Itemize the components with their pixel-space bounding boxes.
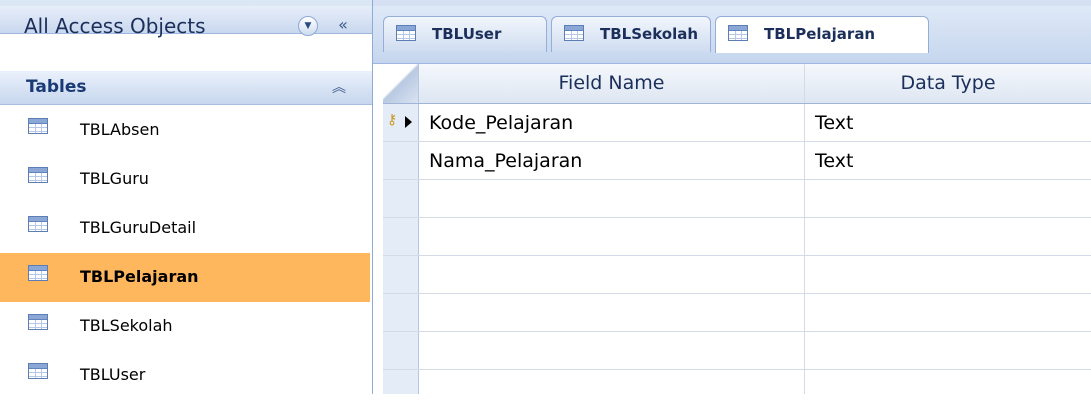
cell-value: Nama_Pelajaran (429, 150, 583, 172)
grid-header-row: Field Name Data Type (383, 64, 1091, 104)
nav-item-label: TBLGuruDetail (80, 218, 197, 237)
document-area: TBLUser TBLSekolah TBLPelajaran Field Na… (373, 0, 1091, 394)
field-name-cell[interactable]: Kode_Pelajaran (419, 104, 805, 141)
nav-item-label: TBLSekolah (80, 316, 173, 335)
navigation-pane: All Access Objects ▼ « Tables ︽ TBLAbsen… (0, 0, 373, 394)
table-design-grid: Field Name Data Type ⚷ Kode_Pelajaran Te… (383, 64, 1091, 394)
cell-value: Kode_Pelajaran (429, 112, 574, 134)
row-selector[interactable] (383, 142, 419, 179)
navigation-pane-title[interactable]: All Access Objects (24, 14, 206, 38)
data-type-cell[interactable] (805, 294, 1091, 331)
column-header-label: Field Name (558, 72, 665, 94)
field-name-cell[interactable] (419, 256, 805, 293)
table-icon (28, 167, 48, 183)
table-row[interactable] (383, 256, 1091, 294)
field-name-cell[interactable] (419, 370, 805, 394)
nav-item-label: TBLPelajaran (80, 267, 199, 286)
current-row-arrow-icon (405, 116, 412, 128)
tab-label: TBLUser (432, 25, 502, 43)
field-name-cell[interactable] (419, 294, 805, 331)
table-row[interactable] (383, 180, 1091, 218)
row-selector[interactable] (383, 332, 419, 369)
tab-label: TBLSekolah (600, 25, 699, 43)
data-type-cell[interactable] (805, 180, 1091, 217)
table-row[interactable] (383, 332, 1091, 370)
table-row[interactable] (383, 218, 1091, 256)
table-icon (564, 25, 584, 41)
nav-item-tblabsen[interactable]: TBLAbsen (0, 106, 370, 155)
table-row[interactable]: Nama_Pelajaran Text (383, 142, 1091, 180)
row-selector[interactable] (383, 294, 419, 331)
document-tab-strip: TBLUser TBLSekolah TBLPelajaran (373, 0, 1091, 64)
double-chevron-up-icon[interactable]: ︽ (332, 77, 346, 97)
column-header-field-name[interactable]: Field Name (419, 64, 805, 103)
tab-tblsekolah[interactable]: TBLSekolah (551, 16, 711, 52)
nav-item-label: TBLGuru (80, 169, 149, 188)
table-icon (728, 25, 748, 41)
group-header-tables[interactable]: Tables ︽ (0, 71, 372, 105)
data-type-cell[interactable] (805, 256, 1091, 293)
row-selector[interactable] (383, 180, 419, 217)
table-icon (28, 265, 48, 281)
chevron-down-icon[interactable]: ▼ (298, 16, 318, 36)
nav-item-tbluser[interactable]: TBLUser (0, 351, 370, 400)
column-header-data-type[interactable]: Data Type (805, 64, 1091, 103)
nav-item-tblpelajaran[interactable]: TBLPelajaran (0, 253, 370, 302)
table-icon (28, 118, 48, 134)
column-header-label: Data Type (900, 72, 996, 94)
row-selector[interactable] (383, 218, 419, 255)
row-selector[interactable]: ⚷ (383, 104, 419, 141)
nav-item-tblguru[interactable]: TBLGuru (0, 155, 370, 204)
data-type-cell[interactable]: Text (805, 104, 1091, 141)
table-row[interactable] (383, 370, 1091, 394)
shutter-bar-collapse-button[interactable]: « (330, 14, 356, 36)
primary-key-icon: ⚷ (387, 112, 398, 128)
group-title: Tables (26, 77, 87, 97)
nav-item-tblgurudetail[interactable]: TBLGuruDetail (0, 204, 370, 253)
table-icon (28, 363, 48, 379)
tab-tblpelajaran[interactable]: TBLPelajaran (715, 16, 929, 53)
data-type-cell[interactable]: Text (805, 142, 1091, 179)
field-name-cell[interactable] (419, 218, 805, 255)
row-selector[interactable] (383, 370, 419, 394)
data-type-cell[interactable] (805, 218, 1091, 255)
field-name-cell[interactable]: Nama_Pelajaran (419, 142, 805, 179)
select-all-corner[interactable] (383, 64, 419, 103)
data-type-cell[interactable] (805, 370, 1091, 394)
nav-item-label: TBLUser (80, 365, 146, 384)
cell-value: Text (815, 112, 854, 134)
row-selector[interactable] (383, 256, 419, 293)
table-icon (396, 25, 416, 41)
table-icon (28, 314, 48, 330)
field-name-cell[interactable] (419, 180, 805, 217)
nav-item-tblsekolah[interactable]: TBLSekolah (0, 302, 370, 351)
field-name-cell[interactable] (419, 332, 805, 369)
navigation-pane-header[interactable]: All Access Objects ▼ « (0, 0, 372, 38)
table-row[interactable]: ⚷ Kode_Pelajaran Text (383, 104, 1091, 142)
nav-item-label: TBLAbsen (80, 120, 160, 139)
tab-label: TBLPelajaran (764, 25, 876, 43)
table-icon (28, 216, 48, 232)
table-row[interactable] (383, 294, 1091, 332)
data-type-cell[interactable] (805, 332, 1091, 369)
tab-tbluser[interactable]: TBLUser (383, 16, 547, 52)
object-list: TBLAbsen TBLGuru TBLGuruDetail TBLPelaja… (0, 106, 372, 400)
cell-value: Text (815, 150, 854, 172)
